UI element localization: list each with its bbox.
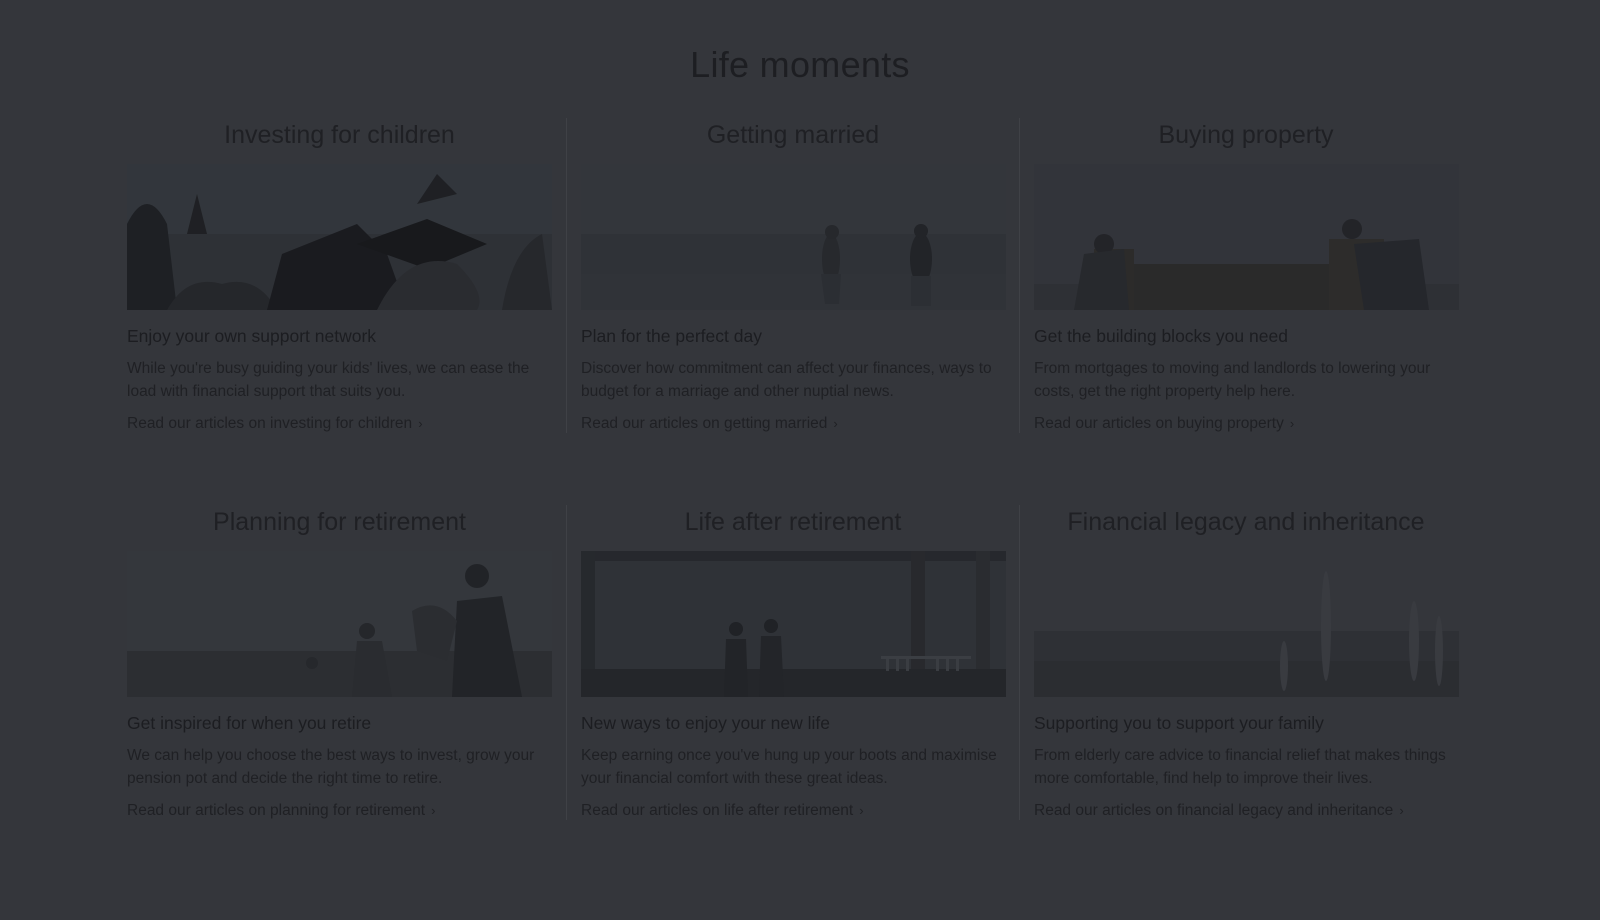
card-body: While you're busy guiding your kids' liv… xyxy=(127,360,530,400)
link-label: Read our articles on getting married xyxy=(581,415,828,432)
card-heading: Life after retirement xyxy=(684,508,902,536)
chevron-right-icon: › xyxy=(431,803,436,818)
read-articles-link[interactable]: Read our articles on getting married › xyxy=(581,415,838,433)
link-label: Read our articles on financial legacy an… xyxy=(1034,802,1394,819)
card-subheading: Get inspired for when you retire xyxy=(127,713,372,733)
chevron-right-icon: › xyxy=(418,416,423,431)
link-label: Read our articles on life after retireme… xyxy=(581,802,854,819)
moving-sofa-photo xyxy=(1034,164,1459,310)
card-row-1: Investing for children Enjoy your own su… xyxy=(113,118,1472,433)
card-subheading: Plan for the perfect day xyxy=(581,326,762,346)
family-walk-photo xyxy=(127,551,552,697)
card-body: Discover how commitment can affect your … xyxy=(581,360,992,400)
graduation-photo xyxy=(127,164,552,310)
link-label: Read our articles on planning for retire… xyxy=(127,802,426,819)
card-buying-property: Buying property Get the building blocks … xyxy=(1019,118,1472,433)
card-subheading: New ways to enjoy your new life xyxy=(581,713,830,733)
card-subheading: Supporting you to support your family xyxy=(1034,713,1324,733)
read-articles-link[interactable]: Read our articles on investing for child… xyxy=(127,415,423,433)
card-body: We can help you choose the best ways to … xyxy=(127,747,535,787)
link-label: Read our articles on investing for child… xyxy=(127,415,413,432)
card-row-2: Planning for retirement Get inspired for… xyxy=(113,505,1472,820)
foxglove-field-photo xyxy=(1034,551,1459,697)
read-articles-link[interactable]: Read our articles on financial legacy an… xyxy=(1034,802,1404,820)
read-articles-link[interactable]: Read our articles on planning for retire… xyxy=(127,802,435,820)
card-body: From mortgages to moving and landlords t… xyxy=(1034,360,1431,400)
card-heading: Buying property xyxy=(1158,121,1334,149)
card-financial-legacy: Financial legacy and inheritance Support… xyxy=(1019,505,1472,820)
card-body: From elderly care advice to financial re… xyxy=(1034,747,1446,787)
page-title: Life moments xyxy=(690,44,910,86)
beach-couple-photo xyxy=(581,164,1006,310)
chevron-right-icon: › xyxy=(1289,416,1295,431)
card-getting-married: Getting married Plan for the perfect day… xyxy=(566,118,1019,433)
porch-couple-photo xyxy=(581,551,1006,697)
chevron-right-icon: › xyxy=(859,803,864,818)
card-planning-for-retirement: Planning for retirement Get inspired for… xyxy=(113,505,566,820)
card-subheading: Enjoy your own support network xyxy=(127,326,377,346)
chevron-right-icon: › xyxy=(833,416,838,431)
card-heading: Planning for retirement xyxy=(213,508,466,536)
card-heading: Investing for children xyxy=(224,121,455,149)
card-body: Keep earning once you've hung up your bo… xyxy=(581,747,997,787)
link-label: Read our articles on buying property xyxy=(1034,415,1284,432)
card-investing-for-children: Investing for children Enjoy your own su… xyxy=(113,118,566,433)
card-life-after-retirement: Life after retirement New ways to enjoy … xyxy=(566,505,1019,820)
card-heading: Getting married xyxy=(706,121,880,149)
life-moments-grid: Investing for children Enjoy your own su… xyxy=(113,118,1472,820)
card-subheading: Get the building blocks you need xyxy=(1034,326,1288,346)
chevron-right-icon: › xyxy=(1399,803,1404,818)
card-heading: Financial legacy and inheritance xyxy=(1067,508,1425,536)
read-articles-link[interactable]: Read our articles on buying property › xyxy=(1034,415,1294,433)
read-articles-link[interactable]: Read our articles on life after retireme… xyxy=(581,802,864,820)
